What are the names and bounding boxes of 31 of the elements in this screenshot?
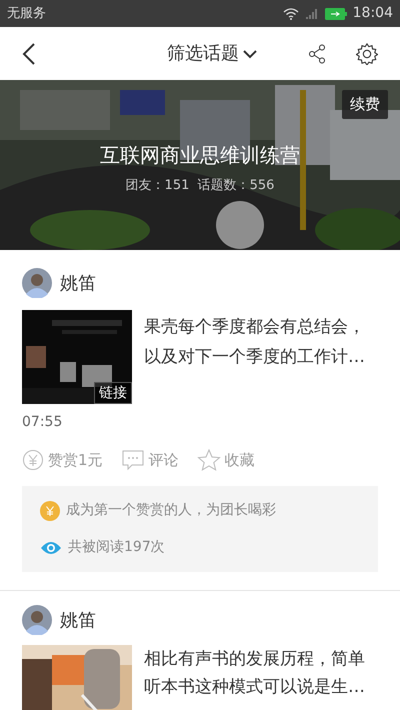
- avatar: [22, 268, 52, 298]
- avatar: [22, 605, 52, 635]
- yen-icon: [40, 500, 60, 520]
- back-button[interactable]: [22, 42, 36, 66]
- reward-button[interactable]: 赞赏1元: [22, 448, 103, 472]
- signal-icon: [304, 8, 319, 20]
- renew-button[interactable]: 续费: [342, 90, 388, 118]
- caret-icon: [243, 48, 257, 58]
- battery-icon: [324, 8, 347, 20]
- post-text: 果壳每个季度都会有总结会，以及对下一个季度的工作计…: [144, 316, 366, 369]
- author-name: 姚笛: [60, 272, 96, 296]
- post-text: 相比有声书的发展历程，简单听本书这种模式可以说是生…: [144, 648, 366, 699]
- info-text: 共被阅读197次: [68, 538, 165, 557]
- favorite-button[interactable]: 收藏: [196, 448, 255, 472]
- author-name: 姚笛: [60, 608, 96, 632]
- group-stats: 团友：151 话题数：556: [126, 177, 274, 195]
- wifi-icon: [282, 8, 299, 20]
- group-title: 互联网商业思维训练营: [100, 142, 300, 169]
- topic-filter-dropdown[interactable]: 筛选话题: [167, 40, 257, 67]
- post-time: 07:55: [22, 413, 62, 432]
- info-text: 成为第一个赞赏的人，为团长喝彩: [66, 501, 276, 520]
- yen-icon: [22, 449, 44, 471]
- eye-icon: [40, 540, 62, 556]
- star-icon: [196, 448, 221, 472]
- carrier-text: 无服务: [7, 4, 46, 23]
- link-badge: 链接: [94, 382, 132, 404]
- share-button[interactable]: [308, 44, 326, 64]
- settings-button[interactable]: [356, 42, 378, 64]
- comment-icon: [120, 449, 145, 471]
- comment-button[interactable]: 评论: [120, 448, 179, 472]
- clock-time: 18:04: [352, 4, 393, 23]
